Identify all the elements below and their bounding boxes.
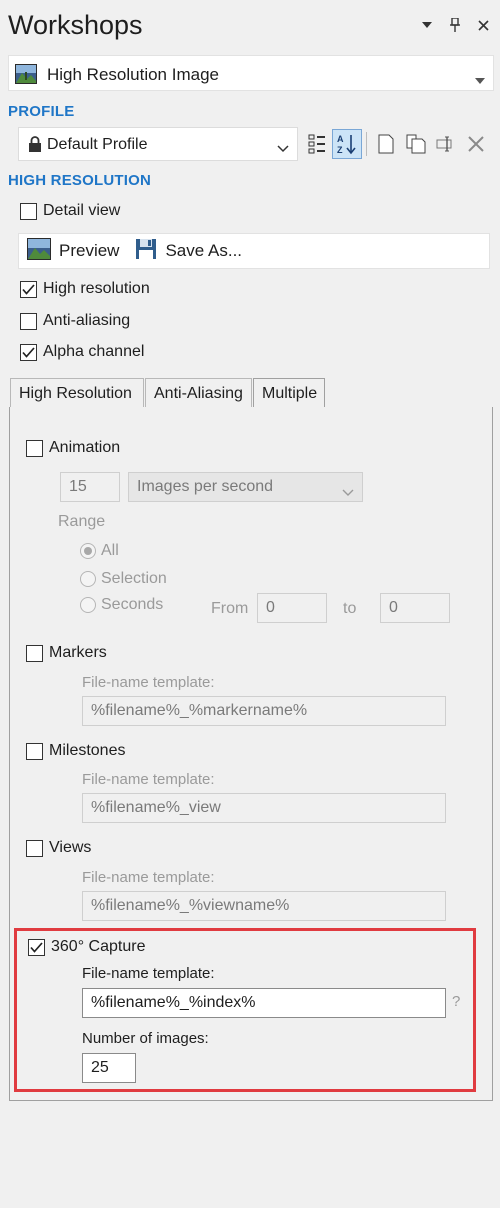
- capture-360-template-label: File-name template:: [82, 965, 215, 982]
- image-action-bar: Preview Save As...: [18, 233, 490, 269]
- markers-template-label: File-name template:: [82, 674, 215, 691]
- views-checkbox[interactable]: [26, 839, 43, 857]
- anti-aliasing-option[interactable]: Anti-aliasing: [20, 312, 130, 330]
- animation-option[interactable]: Animation: [26, 439, 120, 457]
- number-of-images-input[interactable]: 25: [82, 1053, 136, 1083]
- save-as-button[interactable]: Save As...: [127, 238, 250, 265]
- panel-window-controls: [420, 18, 490, 32]
- capture-360-checkbox[interactable]: [28, 938, 45, 956]
- new-profile-icon[interactable]: [371, 129, 401, 159]
- workshop-selected-label: High Resolution Image: [47, 65, 219, 84]
- views-template-input[interactable]: %filename%_%viewname%: [82, 891, 446, 921]
- animation-rate-input[interactable]: 15: [60, 472, 120, 502]
- range-seconds-option[interactable]: Seconds: [80, 596, 163, 614]
- from-label: From: [211, 600, 249, 617]
- views-option[interactable]: Views: [26, 839, 91, 857]
- milestones-checkbox[interactable]: [26, 742, 43, 760]
- categorized-view-icon[interactable]: [302, 129, 332, 159]
- range-all-radio[interactable]: [80, 543, 96, 559]
- range-label: Range: [58, 513, 106, 530]
- markers-option[interactable]: Markers: [26, 644, 107, 662]
- svg-text:Z: Z: [337, 145, 343, 155]
- copy-profile-icon[interactable]: [401, 129, 431, 159]
- alpha-channel-checkbox[interactable]: [20, 343, 37, 361]
- workshop-dropdown[interactable]: High Resolution Image: [8, 55, 494, 91]
- detail-view-checkbox[interactable]: [20, 202, 37, 220]
- animation-checkbox[interactable]: [26, 439, 43, 457]
- profile-dropdown[interactable]: Default Profile: [18, 127, 298, 161]
- chevron-down-icon: [277, 140, 289, 158]
- toolbar-separator: [366, 132, 367, 156]
- anti-aliasing-checkbox[interactable]: [20, 312, 37, 330]
- range-all-option[interactable]: All: [80, 542, 119, 560]
- dropdown-arrow-icon[interactable]: [420, 18, 434, 32]
- svg-text:A: A: [337, 134, 344, 144]
- pin-icon[interactable]: [448, 18, 462, 32]
- milestones-template-label: File-name template:: [82, 771, 215, 788]
- range-selection-radio[interactable]: [80, 571, 96, 587]
- animation-rate-unit-dropdown[interactable]: Images per second: [128, 472, 363, 502]
- high-resolution-section-heading: HIGH RESOLUTION: [8, 172, 152, 189]
- range-seconds-radio[interactable]: [80, 597, 96, 613]
- preview-button[interactable]: Preview: [19, 237, 127, 265]
- to-seconds-input[interactable]: 0: [380, 593, 450, 623]
- capture-360-template-input[interactable]: %filename%_%index%: [82, 988, 446, 1018]
- chevron-down-icon: [475, 71, 485, 89]
- profile-selected-label: Default Profile: [47, 136, 148, 153]
- milestones-template-input[interactable]: %filename%_view: [82, 793, 446, 823]
- lock-icon: [28, 136, 42, 157]
- views-template-label: File-name template:: [82, 869, 215, 886]
- capture-360-option[interactable]: 360° Capture: [28, 938, 145, 956]
- markers-template-input[interactable]: %filename%_%markername%: [82, 696, 446, 726]
- profile-section-heading: PROFILE: [8, 103, 75, 120]
- close-icon[interactable]: [476, 18, 490, 32]
- chevron-down-icon: [342, 484, 354, 502]
- template-help-link[interactable]: ?: [452, 993, 460, 1010]
- markers-checkbox[interactable]: [26, 644, 43, 662]
- high-resolution-option[interactable]: High resolution: [20, 280, 150, 298]
- number-of-images-label: Number of images:: [82, 1030, 209, 1047]
- tab-multiple[interactable]: Multiple: [253, 378, 325, 409]
- panel-title: Workshops: [8, 10, 143, 40]
- landscape-image-icon: [27, 237, 51, 265]
- tab-strip: High Resolution Anti-Aliasing Multiple: [10, 378, 492, 409]
- rename-profile-icon[interactable]: [431, 129, 461, 159]
- delete-profile-icon[interactable]: [461, 129, 491, 159]
- high-resolution-checkbox[interactable]: [20, 280, 37, 298]
- landscape-image-icon: [15, 64, 37, 84]
- to-label: to: [343, 600, 357, 617]
- floppy-disk-icon: [135, 238, 157, 265]
- profile-toolbar: AZ: [302, 128, 491, 160]
- alpha-channel-option[interactable]: Alpha channel: [20, 343, 144, 361]
- range-selection-option[interactable]: Selection: [80, 570, 167, 588]
- detail-view-option[interactable]: Detail view: [20, 202, 120, 220]
- sort-alphabetical-icon[interactable]: AZ: [332, 129, 362, 159]
- tab-anti-aliasing[interactable]: Anti-Aliasing: [145, 378, 252, 408]
- milestones-option[interactable]: Milestones: [26, 742, 125, 760]
- from-seconds-input[interactable]: 0: [257, 593, 327, 623]
- tab-high-resolution[interactable]: High Resolution: [10, 378, 144, 408]
